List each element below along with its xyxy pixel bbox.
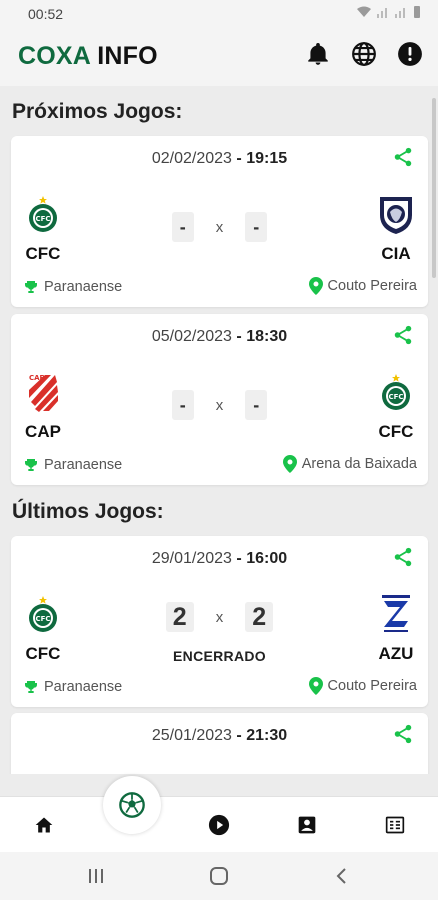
home-score: - — [171, 390, 194, 420]
match-time: 21:30 — [246, 727, 288, 744]
score-vs: x — [215, 608, 224, 626]
competition: Paranaense — [23, 679, 122, 695]
match-datetime: 05/02/2023 - 18:30 — [11, 328, 428, 346]
match-list[interactable]: Próximos Jogos: 02/02/2023 - 19:15 CFC C… — [0, 86, 438, 774]
home-score: 2 — [165, 602, 194, 632]
trophy-icon — [25, 459, 37, 471]
play-icon[interactable] — [205, 811, 233, 839]
home-icon[interactable] — [30, 811, 58, 839]
recent-apps-icon[interactable] — [84, 864, 108, 888]
bottom-navigation — [0, 796, 438, 852]
cianorte-crest-icon — [376, 194, 416, 234]
system-navigation-bar — [0, 852, 438, 900]
venue: Arena da Baixada — [282, 455, 417, 473]
news-icon[interactable] — [381, 811, 409, 839]
match-time: 19:15 — [246, 150, 288, 167]
venue-name: Couto Pereira — [327, 678, 417, 694]
svg-text:CFC: CFC — [388, 393, 403, 401]
datetime-separator: - — [236, 727, 242, 744]
past-section-title: Últimos Jogos: — [12, 500, 164, 523]
match-time: 18:30 — [246, 328, 288, 345]
trophy-icon — [25, 281, 37, 293]
location-pin-icon — [308, 677, 323, 695]
match-time: 16:00 — [246, 550, 288, 567]
match-card[interactable]: 25/01/2023 - 21:30 — [11, 713, 428, 774]
match-datetime: 25/01/2023 - 21:30 — [11, 727, 428, 745]
app-logo-text: COXA INFO — [18, 42, 158, 71]
match-card[interactable]: 05/02/2023 - 18:30 CAP CAP - x - CFC CFC… — [11, 314, 428, 485]
soccer-ball-icon — [119, 792, 145, 818]
away-score: - — [245, 390, 268, 420]
info-icon[interactable] — [396, 40, 424, 68]
score-vs: x — [215, 396, 224, 414]
competition: Paranaense — [23, 457, 122, 473]
globe-icon[interactable] — [350, 40, 378, 68]
competition-name: Paranaense — [44, 457, 123, 473]
home-score: - — [171, 212, 194, 242]
datetime-separator: - — [236, 550, 242, 567]
match-date: 25/01/2023 — [151, 727, 232, 744]
match-card[interactable]: 02/02/2023 - 19:15 CFC CFC - x - CIA Par… — [11, 136, 428, 307]
home-team-abbr: CAP — [25, 422, 61, 441]
back-icon[interactable] — [330, 864, 354, 888]
location-pin-icon — [282, 455, 297, 473]
location-pin-icon — [308, 277, 323, 295]
venue-name: Couto Pereira — [327, 278, 417, 294]
venue: Couto Pereira — [308, 677, 417, 695]
wifi-icon — [357, 6, 371, 17]
home-button-icon[interactable] — [207, 864, 231, 888]
battery-icon — [414, 6, 420, 18]
away-team-abbr: CIA — [381, 244, 411, 263]
share-icon[interactable] — [392, 324, 416, 348]
away-score: 2 — [245, 602, 274, 632]
match-date: 29/01/2023 — [151, 550, 232, 567]
soccer-ball-fab[interactable] — [103, 776, 161, 834]
away-team-abbr: AZU — [378, 644, 414, 663]
signal-icon-2 — [395, 8, 405, 18]
match-datetime: 02/02/2023 - 19:15 — [11, 150, 428, 168]
venue: Couto Pereira — [308, 277, 417, 295]
datetime-separator: - — [236, 328, 242, 345]
status-bar: 00:52 — [0, 0, 438, 28]
brand-part-1: COXA — [18, 42, 91, 70]
away-team: CFC CFC — [361, 372, 431, 442]
match-datetime: 29/01/2023 - 16:00 — [11, 550, 428, 568]
share-icon[interactable] — [392, 546, 416, 570]
away-team-abbr: CFC — [378, 422, 414, 441]
match-card[interactable]: 29/01/2023 - 16:00 CFC CFC 2 x 2 ENCERRA… — [11, 536, 428, 707]
away-score: - — [245, 212, 268, 242]
competition-name: Paranaense — [44, 679, 123, 695]
match-date: 02/02/2023 — [151, 150, 232, 167]
away-team: CIA — [361, 194, 431, 264]
azuriz-crest-icon — [376, 594, 416, 634]
away-team: AZU — [361, 594, 431, 664]
contacts-icon[interactable] — [293, 811, 321, 839]
status-time: 00:52 — [28, 6, 64, 22]
competition: Paranaense — [23, 279, 122, 295]
home-team-abbr: CFC — [25, 244, 61, 263]
score-vs: x — [215, 218, 224, 236]
share-icon[interactable] — [392, 146, 416, 170]
system-status-icons — [356, 5, 422, 19]
trophy-icon — [25, 681, 37, 693]
venue-name: Arena da Baixada — [301, 456, 417, 472]
brand-part-2: INFO — [97, 42, 158, 70]
bell-icon[interactable] — [304, 40, 332, 68]
datetime-separator: - — [236, 150, 242, 167]
signal-icon — [377, 8, 387, 18]
scrollbar[interactable] — [432, 98, 436, 278]
competition-name: Paranaense — [44, 279, 123, 295]
upcoming-section-title: Próximos Jogos: — [12, 100, 183, 123]
app-bar: COXA INFO — [0, 28, 438, 86]
share-icon[interactable] — [392, 723, 416, 747]
coritiba-crest-icon: CFC — [376, 372, 416, 412]
match-date: 05/02/2023 — [151, 328, 232, 345]
